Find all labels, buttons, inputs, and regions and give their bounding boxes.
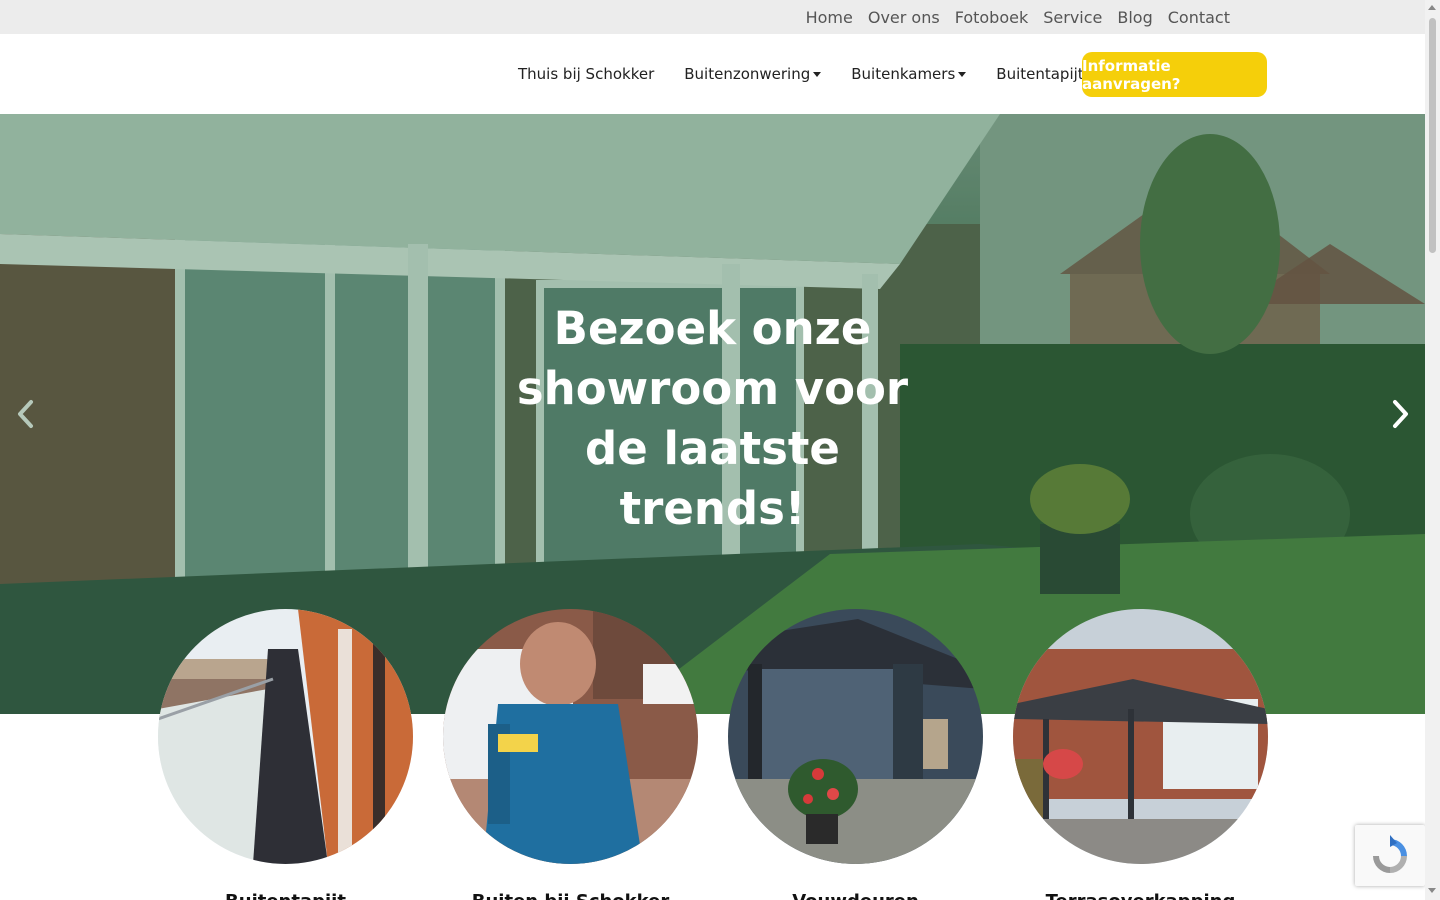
nav-item-thuis-bij-schokker[interactable]: Thuis bij Schokker: [518, 65, 654, 83]
card-title: Buiten bij Schokker: [443, 891, 698, 900]
nav-item-label: Buitentapijt: [996, 65, 1084, 83]
top-nav-blog[interactable]: Blog: [1117, 8, 1152, 27]
recaptcha-badge[interactable]: [1355, 825, 1425, 886]
carousel-next-button[interactable]: [1380, 394, 1420, 434]
main-nav-links: Thuis bij Schokker Buitenzonwering Buite…: [518, 34, 1125, 114]
top-nav-fotoboek[interactable]: Fotoboek: [955, 8, 1029, 27]
top-nav-contact[interactable]: Contact: [1168, 8, 1230, 27]
nav-item-buitenkamers[interactable]: Buitenkamers: [851, 65, 967, 83]
category-card-buitentapijt[interactable]: Buitentapijt: [158, 609, 413, 900]
caret-down-icon: [813, 71, 822, 77]
recaptcha-icon: [1373, 834, 1407, 873]
card-title: Buitentapijt: [158, 891, 413, 900]
nav-item-label: Buitenkamers: [851, 65, 956, 83]
nav-item-buitentapijt[interactable]: Buitentapijt: [996, 65, 1095, 83]
nav-item-label: Buitenzonwering: [684, 65, 811, 83]
card-title: Vouwdeuren: [728, 891, 983, 900]
nav-item-label: Thuis bij Schokker: [518, 65, 655, 83]
category-cards: Buitentapijt Buiten bij Schokker: [158, 609, 1268, 900]
top-nav-service[interactable]: Service: [1043, 8, 1102, 27]
card-image-walkway[interactable]: [158, 609, 413, 864]
scroll-up-arrow-icon[interactable]: [1428, 5, 1436, 10]
chevron-right-icon: [1393, 400, 1408, 428]
card-title: Terrasoverkapping: [1013, 891, 1268, 900]
hero-title: Bezoek onze showroom voor de laatste tre…: [516, 302, 909, 535]
information-request-button[interactable]: Informatie aanvragen?: [1082, 52, 1267, 97]
nav-item-buitenzonwering[interactable]: Buitenzonwering: [684, 65, 822, 83]
top-nav-list: Home Over ons Fotoboek Service Blog Cont…: [806, 0, 1230, 34]
scrollbar-thumb[interactable]: [1429, 18, 1436, 253]
card-image-patio-cover[interactable]: [1013, 609, 1268, 864]
category-card-vouwdeuren[interactable]: Vouwdeuren: [728, 609, 983, 900]
main-navbar: Thuis bij Schokker Buitenzonwering Buite…: [0, 34, 1425, 114]
card-image-garden-shed[interactable]: [728, 609, 983, 864]
top-utility-bar: Home Over ons Fotoboek Service Blog Cont…: [0, 0, 1425, 34]
top-nav-over-ons[interactable]: Over ons: [868, 8, 940, 27]
card-image-man-with-van[interactable]: [443, 609, 698, 864]
scroll-down-arrow-icon[interactable]: [1428, 888, 1436, 893]
category-card-terrasoverkapping[interactable]: Terrasoverkapping: [1013, 609, 1268, 900]
category-card-buiten-bij-schokker[interactable]: Buiten bij Schokker: [443, 609, 698, 900]
top-nav-home[interactable]: Home: [806, 8, 853, 27]
chevron-left-icon: [18, 400, 33, 428]
caret-down-icon: [958, 71, 967, 77]
page-scrollbar[interactable]: [1425, 0, 1440, 900]
carousel-prev-button[interactable]: [6, 394, 46, 434]
